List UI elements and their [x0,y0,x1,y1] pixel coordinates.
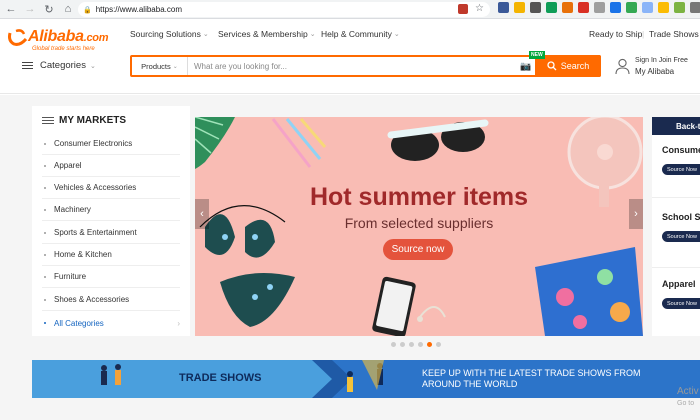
bookmark-star-icon[interactable]: ☆ [475,3,484,14]
windows-activation-subtext: Go to [677,400,695,407]
market-item[interactable]: Vehicles & Accessories [42,177,180,199]
banner-title: Hot summer items [309,183,529,211]
extension-icon[interactable] [562,2,573,13]
right-panel-item-title[interactable]: Apparel [662,279,696,289]
camera-icon[interactable]: 📷 [517,57,535,75]
nav-sourcing-solutions[interactable]: Sourcing Solutions ⌄ [130,29,209,39]
url-text: https://www.alibaba.com [95,5,182,14]
chevron-right-icon: › [177,318,180,328]
chevron-down-icon: ⌄ [393,31,400,38]
extensions-bar [498,2,700,13]
back-arrow-icon[interactable]: ← [3,1,19,17]
carousel-dot[interactable] [409,342,414,347]
promo-banner[interactable]: Hot summer items From selected suppliers… [195,117,643,336]
carousel-dot[interactable] [436,342,441,347]
site-header: Alibaba.com Global trade starts here Sou… [0,20,700,94]
market-item[interactable]: Sports & Entertainment [42,222,180,244]
right-panel-header: Back-to [652,117,700,135]
extension-icon[interactable] [674,2,685,13]
search-button[interactable]: Search [535,55,601,77]
extension-icon[interactable] [690,2,700,13]
categories-label: Categories [40,60,86,71]
right-panel-item-title[interactable]: Consume [662,145,700,155]
extension-icon[interactable] [626,2,637,13]
search-category-select[interactable]: Products ⌄ [132,57,188,75]
logo-tagline: Global trade starts here [32,46,95,52]
extension-icon[interactable] [642,2,653,13]
new-badge: NEW [529,51,545,59]
carousel-dot[interactable] [391,342,396,347]
search-input[interactable]: What are you looking for... [188,57,517,75]
trade-shows-title: TRADE SHOWS [179,372,262,384]
banner-pagination [391,342,441,347]
trade-shows-link[interactable]: Trade Shows [649,29,699,39]
nav-services-membership[interactable]: Services & Membership ⌄ [218,29,316,39]
carousel-dot-active[interactable] [427,342,432,347]
source-now-pill[interactable]: Source Now [662,231,700,242]
signin-join-link[interactable]: Sign In Join Free [635,57,688,64]
chevron-down-icon: ⌄ [309,31,316,38]
all-categories-link[interactable]: All Categories › [42,312,180,334]
market-item[interactable]: Shoes & Accessories [42,289,180,311]
logo-wordmark: Alibaba.com [28,28,109,45]
carousel-dot[interactable] [418,342,423,347]
carousel-dot[interactable] [400,342,405,347]
chevron-down-icon: ⌄ [202,31,209,38]
market-item[interactable]: Furniture [42,266,180,288]
ready-to-ship-link[interactable]: Ready to Ship [589,29,642,39]
extension-icon[interactable] [594,2,605,13]
signin-area[interactable]: Sign In Join Free My Alibaba [615,57,700,79]
alibaba-logo[interactable]: Alibaba.com Global trade starts here [6,25,118,59]
source-now-button[interactable]: Source now [383,239,453,260]
market-item[interactable]: Machinery [42,199,180,221]
nav-help-community[interactable]: Help & Community ⌄ [321,29,400,39]
trade-shows-text: KEEP UP WITH THE LATEST TRADE SHOWS FROM… [422,368,641,389]
extension-icon[interactable] [498,2,509,13]
menu-icon [22,61,33,70]
trade-shows-banner[interactable]: TRADE SHOWS KEEP UP WITH THE LATEST TRAD… [32,360,700,398]
back-to-school-panel: Back-to Consume Source Now School S Sour… [652,117,700,336]
banner-next-arrow-icon[interactable]: › [629,199,643,229]
my-markets-heading: MY MARKETS [42,115,126,126]
extension-icon[interactable] [530,2,541,13]
banner-subtitle: From selected suppliers [344,215,494,231]
market-item[interactable]: Home & Kitchen [42,244,180,266]
my-alibaba-link[interactable]: My Alibaba [635,67,674,76]
nav-divider: | [642,29,645,39]
list-icon [42,116,54,125]
search-icon [547,61,557,71]
banner-prev-arrow-icon[interactable]: ‹ [195,199,209,229]
forward-arrow-icon[interactable]: → [22,1,38,17]
extension-icon[interactable] [658,2,669,13]
categories-menu[interactable]: Categories ⌄ [22,60,96,71]
home-icon[interactable]: ⌂ [60,1,76,17]
market-item[interactable]: Apparel [42,155,180,177]
extension-icon[interactable] [546,2,557,13]
address-bar[interactable]: 🔒 https://www.alibaba.com ☆ [78,2,490,17]
windows-activation-watermark: Activ [677,386,699,397]
extension-icon[interactable] [578,2,589,13]
reload-icon[interactable]: ↻ [41,1,57,17]
chevron-down-icon: ⌄ [89,62,96,70]
source-now-pill[interactable]: Source Now [662,164,700,175]
my-markets-panel: MY MARKETS Consumer Electronics Apparel … [32,106,190,336]
right-panel-item-title[interactable]: School S [662,212,700,222]
source-now-pill[interactable]: Source Now [662,298,700,309]
market-item[interactable]: Consumer Electronics [42,133,180,155]
chevron-down-icon: ⌄ [172,63,178,70]
browser-toolbar: ← → ↻ ⌂ 🔒 https://www.alibaba.com ☆ [0,0,700,19]
user-icon [615,58,630,75]
extension-icon[interactable] [514,2,525,13]
extension-icon[interactable] [610,2,621,13]
lock-icon: 🔒 [83,6,92,14]
extension-in-omnibox-icon[interactable] [458,4,468,14]
